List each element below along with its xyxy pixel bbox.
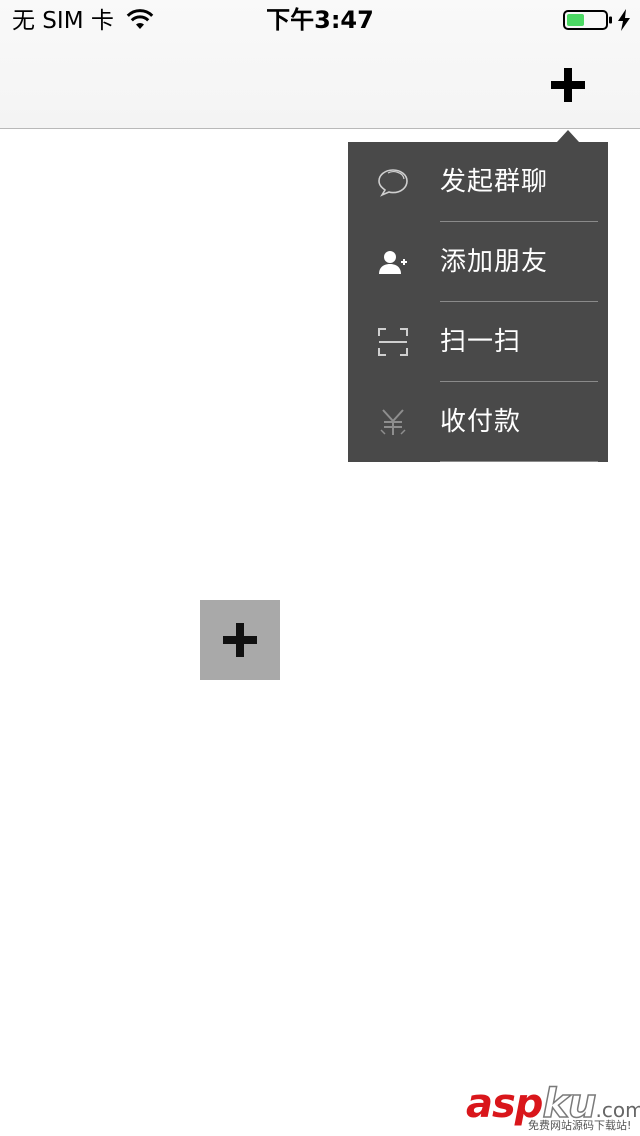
menu-item-add-friend[interactable]: 添加朋友 xyxy=(348,222,608,302)
scan-icon xyxy=(376,326,410,358)
menu-item-label: 扫一扫 xyxy=(440,327,522,357)
watermark-tagline: 免费网站源码下载站! xyxy=(528,1119,632,1132)
menu-item-label: 添加朋友 xyxy=(440,247,549,277)
menu-divider xyxy=(440,461,598,462)
status-time: 下午3:47 xyxy=(266,6,374,34)
chat-bubble-icon xyxy=(376,166,410,198)
menu-item-label: 收付款 xyxy=(440,407,522,437)
nav-add-button[interactable] xyxy=(540,60,596,110)
popover-menu: 发起群聊 添加朋友 扫一扫 收付款 xyxy=(348,142,608,462)
navigation-bar xyxy=(0,40,640,129)
watermark-logo: aspku.com 免费网站源码下载站! xyxy=(466,1081,640,1132)
menu-item-payment[interactable]: 收付款 xyxy=(348,382,608,462)
menu-item-scan[interactable]: 扫一扫 xyxy=(348,302,608,382)
plus-icon xyxy=(551,68,585,102)
menu-item-group-chat[interactable]: 发起群聊 xyxy=(348,142,608,222)
add-friend-icon xyxy=(376,246,410,278)
battery-icon xyxy=(563,10,612,30)
popover-arrow xyxy=(557,130,579,142)
plus-icon xyxy=(223,623,257,657)
center-add-button[interactable] xyxy=(200,600,280,680)
payment-icon xyxy=(376,406,410,438)
top-chrome: 无 SIM 卡 下午3:47 xyxy=(0,0,640,129)
menu-item-label: 发起群聊 xyxy=(440,167,549,197)
status-bar: 无 SIM 卡 下午3:47 xyxy=(0,0,640,40)
charging-bolt-icon xyxy=(618,9,630,31)
